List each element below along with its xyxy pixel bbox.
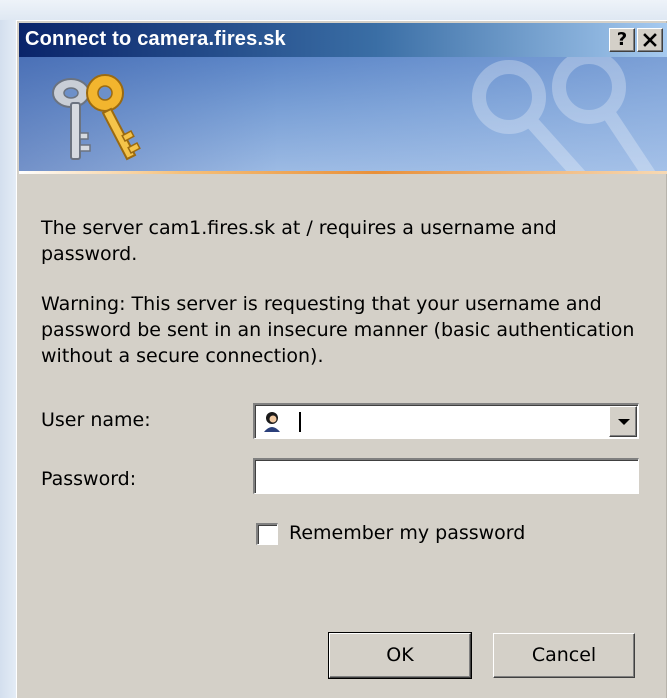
password-input[interactable] (253, 458, 639, 494)
insecure-warning: Warning: This server is requesting that … (41, 293, 635, 367)
keys-watermark-icon (472, 57, 657, 173)
server-message: The server cam1.fires.sk at / requires a… (41, 217, 557, 265)
remember-password-label[interactable]: Remember my password (289, 520, 525, 546)
banner-accent-line (19, 171, 667, 174)
close-icon (643, 33, 657, 47)
window-title: Connect to camera.fires.sk (25, 28, 286, 50)
keys-icon (52, 74, 141, 161)
username-label: User name: (41, 409, 151, 431)
password-label: Password: (41, 468, 137, 490)
desktop-background-left (0, 20, 16, 698)
remember-password-checkbox[interactable] (256, 523, 278, 545)
username-combobox[interactable] (253, 403, 639, 439)
close-button[interactable] (637, 28, 663, 52)
ok-button[interactable]: OK (328, 632, 472, 679)
connect-dialog: Connect to camera.fires.sk ? The server … (16, 20, 667, 698)
desktop-background-top (0, 0, 667, 20)
text-caret (299, 412, 301, 432)
username-dropdown-button[interactable] (609, 406, 637, 437)
user-icon (261, 410, 283, 432)
banner (19, 57, 667, 173)
title-bar[interactable]: Connect to camera.fires.sk ? (19, 23, 667, 57)
help-button[interactable]: ? (609, 28, 635, 52)
cancel-button[interactable]: Cancel (493, 633, 635, 678)
